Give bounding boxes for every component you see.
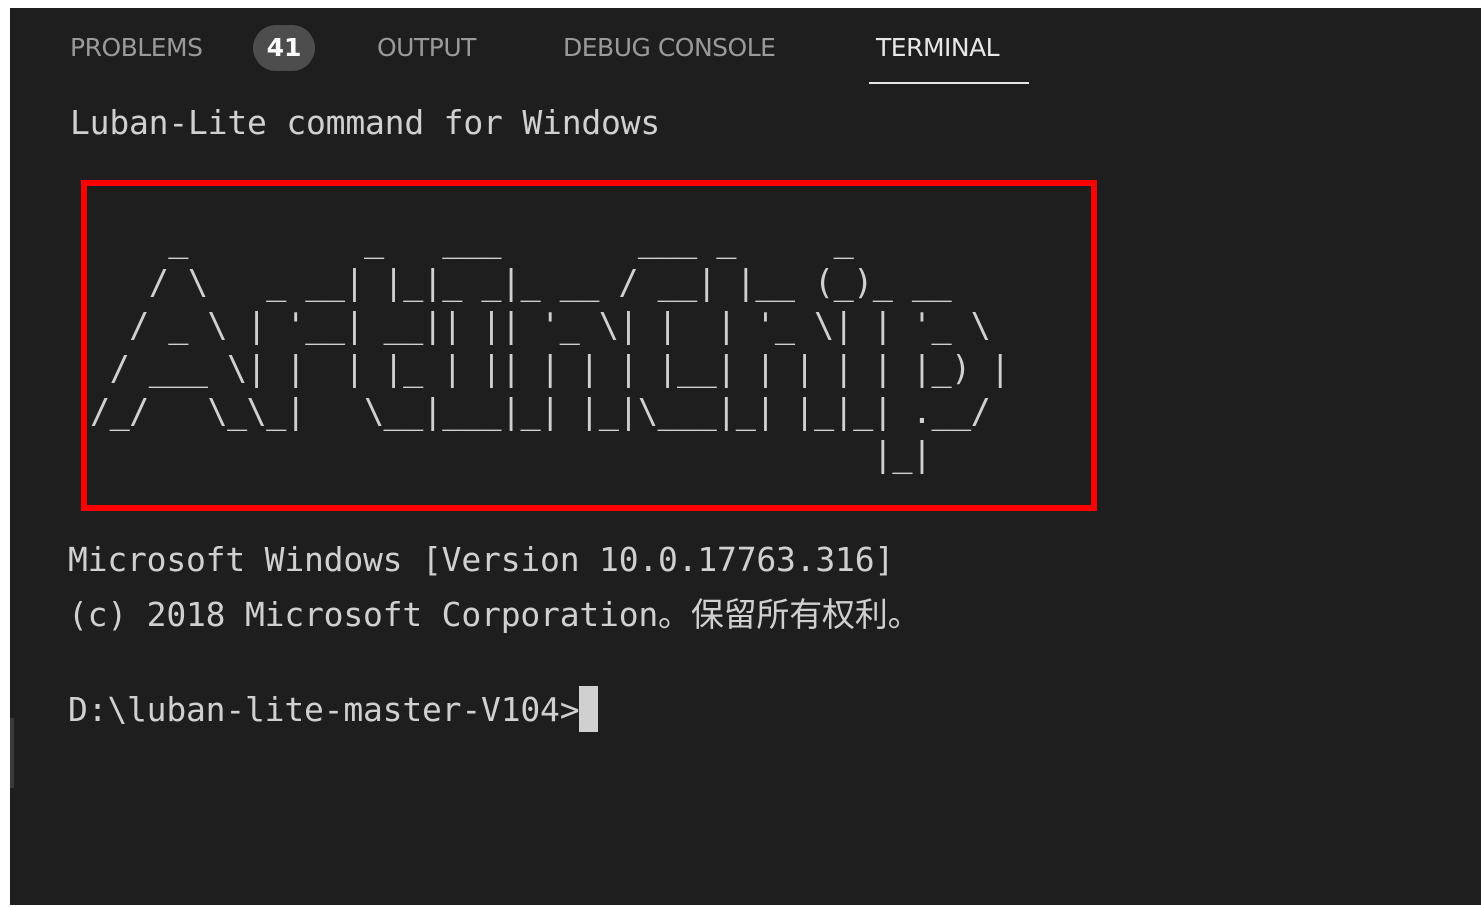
terminal-panel: PROBLEMS 41 OUTPUT DEBUG CONSOLE TERMINA… bbox=[10, 8, 1481, 905]
ascii-art-logo: _ _ ___ ___ _ _ / \ _ __| |_|_ _|_ __ / … bbox=[90, 220, 1010, 474]
terminal-copyright-line: (c) 2018 Microsoft Corporation。保留所有权利。 bbox=[68, 595, 921, 634]
tab-debug-console[interactable]: DEBUG CONSOLE bbox=[563, 30, 776, 66]
tab-output[interactable]: OUTPUT bbox=[377, 30, 476, 66]
tab-problems[interactable]: PROBLEMS bbox=[70, 30, 203, 66]
text-cursor bbox=[579, 686, 599, 732]
problems-count-badge: 41 bbox=[253, 25, 315, 71]
tab-terminal[interactable]: TERMINAL bbox=[876, 30, 1000, 66]
terminal-header-line: Luban-Lite command for Windows bbox=[70, 103, 661, 142]
panel-tab-bar: PROBLEMS 41 OUTPUT DEBUG CONSOLE TERMINA… bbox=[10, 8, 1481, 92]
terminal-version-line: Microsoft Windows [Version 10.0.17763.31… bbox=[68, 540, 895, 579]
terminal-prompt-row[interactable]: D:\luban-lite-master-V104> bbox=[68, 686, 599, 732]
scroll-edge-marker bbox=[10, 718, 14, 788]
terminal-prompt: D:\luban-lite-master-V104> bbox=[68, 689, 580, 729]
active-tab-indicator bbox=[869, 82, 1029, 84]
